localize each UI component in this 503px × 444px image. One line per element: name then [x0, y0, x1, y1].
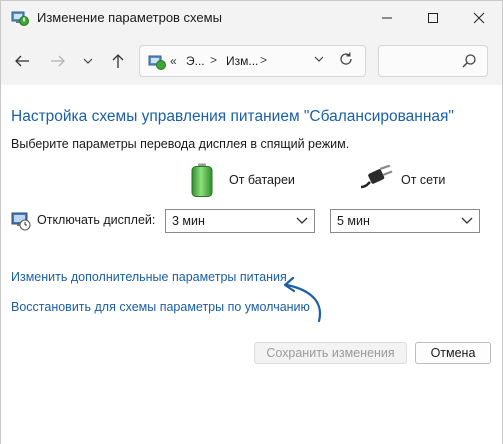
- advanced-power-settings-link[interactable]: Изменить дополнительные параметры питани…: [11, 270, 287, 284]
- breadcrumb-separator[interactable]: >: [260, 53, 267, 67]
- minimize-button[interactable]: [364, 1, 410, 34]
- restore-defaults-link[interactable]: Восстановить для схемы параметры по умол…: [11, 300, 310, 314]
- display-off-ac-value: 5 мин: [337, 214, 370, 228]
- display-off-ac-select[interactable]: 5 мин: [330, 209, 480, 233]
- annotation-arrow-icon: [283, 276, 322, 323]
- chevron-down-icon: [461, 217, 473, 224]
- display-off-battery-value: 3 мин: [172, 214, 205, 228]
- power-options-icon: [11, 11, 29, 26]
- chevron-down-icon: [296, 217, 308, 224]
- breadcrumb-edit-plan[interactable]: Изм...: [226, 54, 258, 68]
- address-dropdown-button[interactable]: [314, 54, 324, 66]
- refresh-icon: [340, 52, 352, 65]
- page-subtitle: Выберите параметры перевода дисплея в сп…: [11, 137, 350, 151]
- recent-locations-button[interactable]: [77, 51, 99, 71]
- breadcrumb-separator[interactable]: >: [210, 53, 217, 67]
- back-button[interactable]: [11, 51, 33, 71]
- power-plug-icon: [360, 165, 393, 189]
- up-button[interactable]: [107, 51, 129, 71]
- column-header-battery: От батареи: [229, 173, 295, 187]
- maximize-button[interactable]: [410, 1, 456, 34]
- arrow-left-icon: [15, 55, 29, 67]
- display-off-battery-select[interactable]: 3 мин: [165, 209, 315, 233]
- breadcrumb-control-panel[interactable]: Э...: [186, 54, 205, 68]
- display-timer-icon: [11, 212, 31, 231]
- address-bar[interactable]: « Э... > Изм... >: [139, 45, 366, 77]
- maximize-icon: [428, 12, 438, 23]
- search-input[interactable]: [378, 45, 488, 77]
- column-header-ac: От сети: [401, 173, 446, 187]
- control-panel-icon: [148, 55, 166, 70]
- arrow-up-icon: [112, 54, 124, 68]
- battery-icon: [191, 163, 213, 197]
- display-off-label: Отключать дисплей:: [37, 213, 156, 227]
- refresh-button[interactable]: [338, 51, 354, 72]
- chevron-down-icon: [83, 58, 93, 64]
- close-button[interactable]: [456, 1, 502, 34]
- address-overflow[interactable]: «: [170, 54, 177, 68]
- navigation-bar: « Э... > Изм... >: [1, 35, 502, 85]
- chevron-down-icon: [314, 56, 324, 62]
- save-changes-button[interactable]: Сохранить изменения: [254, 342, 407, 364]
- search-icon: [462, 54, 476, 68]
- minimize-icon: [382, 17, 392, 18]
- forward-button[interactable]: [47, 51, 69, 71]
- arrow-right-icon: [51, 55, 65, 67]
- main-content: Настройка схемы управления питанием "Сба…: [1, 85, 502, 444]
- page-title: Настройка схемы управления питанием "Сба…: [11, 108, 454, 125]
- title-bar: Изменение параметров схемы: [1, 1, 502, 35]
- cancel-button[interactable]: Отмена: [415, 342, 491, 364]
- window-title: Изменение параметров схемы: [37, 10, 222, 25]
- power-plan-window: Изменение параметров схемы « Э... > Изм.…: [0, 0, 503, 444]
- close-icon: [473, 12, 485, 23]
